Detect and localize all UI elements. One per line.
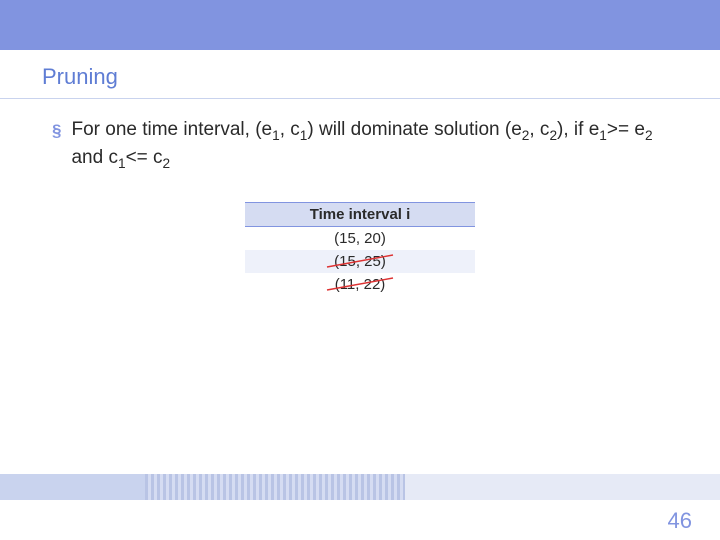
t: >= e bbox=[607, 119, 645, 140]
t: <= c bbox=[126, 147, 163, 168]
cell: (11, 22) bbox=[335, 276, 386, 293]
bullet-text: For one time interval, (e1, c1) will dom… bbox=[71, 117, 668, 174]
footer-band bbox=[0, 474, 720, 500]
sub: 2 bbox=[645, 128, 653, 143]
t: ), if e bbox=[557, 119, 599, 140]
cell: (15, 20) bbox=[334, 230, 386, 247]
t: , c bbox=[529, 119, 549, 140]
solutions-table: Time interval i (15, 20) (15, 25) (11, 2… bbox=[245, 202, 475, 296]
t: ) will dominate solution (e bbox=[307, 119, 521, 140]
footer-segment bbox=[145, 474, 405, 500]
footer-segment bbox=[405, 474, 720, 500]
t: and c bbox=[71, 147, 117, 168]
table-row: (15, 20) bbox=[245, 227, 475, 250]
table-row: (15, 25) bbox=[245, 250, 475, 273]
slide-title: Pruning bbox=[0, 50, 720, 99]
bullet-block: § For one time interval, (e1, c1) will d… bbox=[0, 117, 720, 174]
table-header: Time interval i bbox=[245, 202, 475, 227]
sub: 2 bbox=[163, 156, 171, 171]
sub: 1 bbox=[272, 128, 280, 143]
t: For one time interval, (e bbox=[71, 119, 272, 140]
cell: (15, 25) bbox=[334, 253, 386, 270]
bullet-icon: § bbox=[52, 117, 61, 144]
sub: 2 bbox=[549, 128, 557, 143]
table-row: (11, 22) bbox=[245, 273, 475, 296]
bullet-item: § For one time interval, (e1, c1) will d… bbox=[52, 117, 668, 174]
t: , c bbox=[280, 119, 300, 140]
slide-number: 46 bbox=[668, 508, 692, 534]
sub: 1 bbox=[599, 128, 607, 143]
sub: 1 bbox=[118, 156, 126, 171]
header-band bbox=[0, 0, 720, 50]
footer-segment bbox=[0, 474, 145, 500]
